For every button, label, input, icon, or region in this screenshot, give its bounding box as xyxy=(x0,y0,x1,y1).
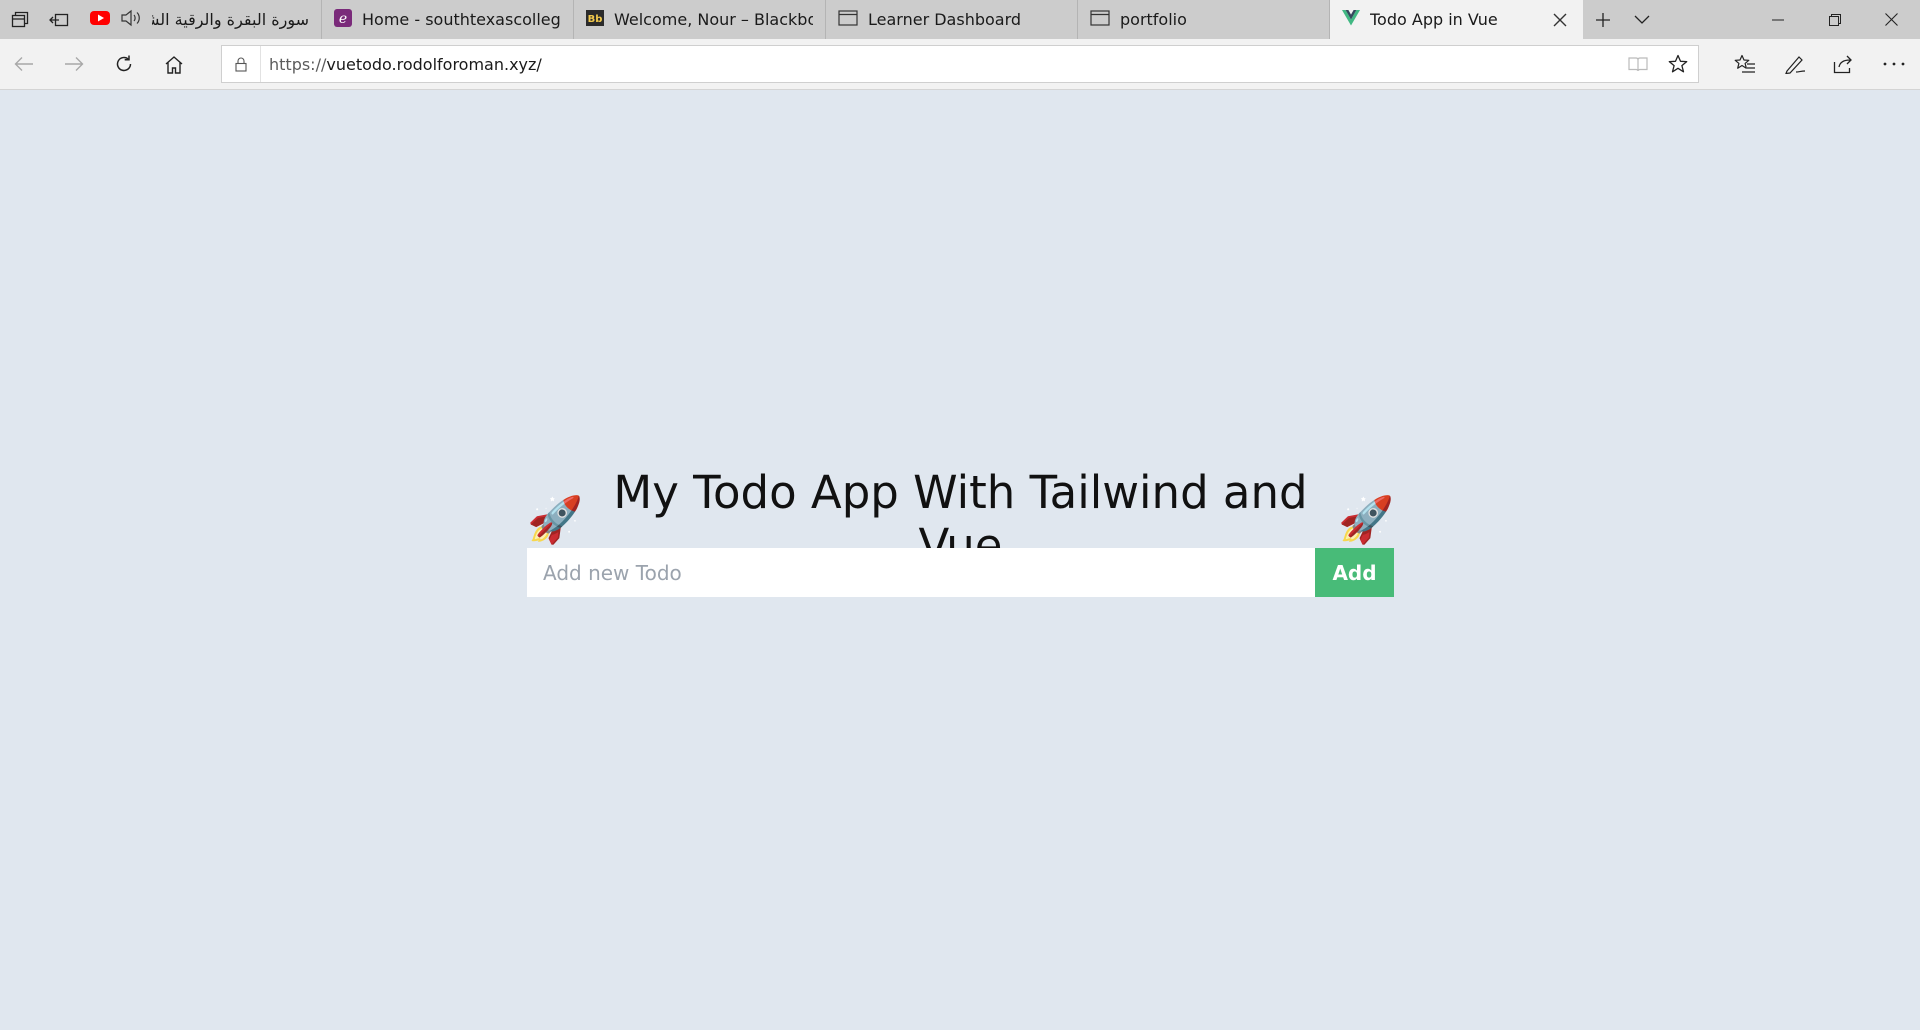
restore-icon[interactable] xyxy=(1806,0,1863,39)
favorite-star-icon[interactable] xyxy=(1658,46,1698,82)
add-todo-button[interactable]: Add xyxy=(1315,548,1394,597)
url-scheme: https:// xyxy=(269,54,327,74)
share-icon[interactable] xyxy=(1824,44,1864,84)
back-icon[interactable] xyxy=(4,44,44,84)
set-aside-tabs-icon[interactable] xyxy=(39,0,78,39)
close-window-icon[interactable] xyxy=(1863,0,1920,39)
tab-title: Home - southtexascollege.e xyxy=(362,10,561,29)
new-tab-icon[interactable] xyxy=(1583,0,1622,39)
speaker-icon[interactable] xyxy=(120,9,142,31)
todo-app: 🚀 My Todo App With Tailwind and Vue 🚀 Ad… xyxy=(527,466,1394,597)
close-tab-icon[interactable] xyxy=(1549,9,1571,31)
tab-learner-dashboard[interactable]: Learner Dashboard xyxy=(826,0,1078,39)
tab-title: portfolio xyxy=(1120,10,1187,29)
blackboard-icon: Bb xyxy=(586,9,604,30)
favorites-hub-icon[interactable] xyxy=(1725,44,1765,84)
tab-manager-icon[interactable] xyxy=(0,0,39,39)
address-bar[interactable]: https://vuetodo.rodolforoman.xyz/ xyxy=(221,45,1699,83)
url-host: vuetodo.rodolforoman.xyz/ xyxy=(326,54,542,74)
tab-title: Learner Dashboard xyxy=(868,10,1022,29)
web-note-pen-icon[interactable] xyxy=(1775,44,1815,84)
refresh-icon[interactable] xyxy=(104,44,144,84)
new-todo-input[interactable] xyxy=(527,548,1315,597)
tab-bar: سورة البقرة والرقية الشرع e Home - south… xyxy=(0,0,1920,39)
page-content: 🚀 My Todo App With Tailwind and Vue 🚀 Ad… xyxy=(0,90,1920,1030)
home-icon[interactable] xyxy=(154,44,194,84)
tab-title: Welcome, Nour – Blackboar xyxy=(614,10,813,29)
minimize-icon[interactable] xyxy=(1749,0,1806,39)
forward-icon[interactable] xyxy=(54,44,94,84)
navigation-bar: https://vuetodo.rodolforoman.xyz/ xyxy=(0,39,1920,90)
rocket-icon: 🚀 xyxy=(1337,492,1394,546)
tab-portfolio[interactable]: portfolio xyxy=(1078,0,1330,39)
tab-title: Todo App in Vue xyxy=(1370,10,1498,29)
tab-southtexascollege[interactable]: e Home - southtexascollege.e xyxy=(322,0,574,39)
tab-preview-chevron-down-icon[interactable] xyxy=(1622,0,1661,39)
reading-view-icon[interactable] xyxy=(1618,46,1658,82)
e-icon: e xyxy=(334,8,352,31)
svg-text:e: e xyxy=(339,11,347,27)
todo-form: Add xyxy=(527,548,1394,597)
svg-text:Bb: Bb xyxy=(588,14,603,25)
tab-blackboard[interactable]: Bb Welcome, Nour – Blackboar xyxy=(574,0,826,39)
tab-title: سورة البقرة والرقية الشرع xyxy=(152,10,309,29)
lock-icon[interactable] xyxy=(222,46,261,82)
url-text[interactable]: https://vuetodo.rodolforoman.xyz/ xyxy=(261,55,542,74)
app-title: 🚀 My Todo App With Tailwind and Vue 🚀 xyxy=(527,466,1394,572)
page-icon xyxy=(1090,9,1110,30)
tab-youtube[interactable]: سورة البقرة والرقية الشرع xyxy=(78,0,322,39)
more-options-icon[interactable] xyxy=(1874,44,1914,84)
tab-todo-app[interactable]: Todo App in Vue xyxy=(1330,0,1583,39)
vue-icon xyxy=(1342,9,1360,30)
rocket-icon: 🚀 xyxy=(527,492,584,546)
page-icon xyxy=(838,9,858,30)
youtube-icon xyxy=(90,10,110,29)
